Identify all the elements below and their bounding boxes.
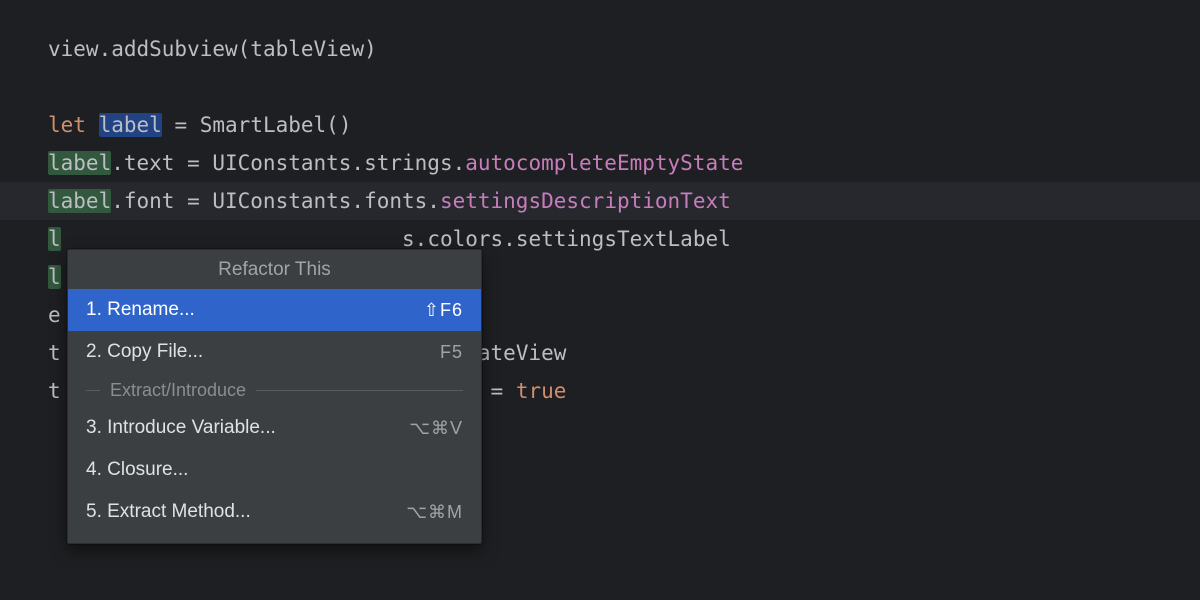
code-line: let label = SmartLabel(): [48, 106, 1200, 144]
code-line: label.text = UIConstants.strings.autocom…: [48, 144, 1200, 182]
popup-item-shortcut: F5: [440, 342, 463, 363]
popup-item-shortcut: ⌥⌘M: [406, 502, 463, 523]
token: settingsDescriptionText: [440, 189, 731, 213]
popup-separator: Extract/Introduce: [68, 373, 481, 407]
popup-item-copy-file[interactable]: 2. Copy File... F5: [68, 331, 481, 373]
keyword-let: let: [48, 113, 86, 137]
token: e: [48, 303, 61, 327]
identifier-usage: label: [48, 189, 111, 213]
popup-title: Refactor This: [68, 250, 481, 289]
keyword-true: true: [516, 379, 567, 403]
refactor-popup: Refactor This 1. Rename... ⇧F6 2. Copy F…: [67, 249, 482, 544]
token: t: [48, 379, 61, 403]
token: SmartLabel(): [200, 113, 352, 137]
code-line: view.addSubview(tableView): [48, 30, 1200, 68]
identifier-usage: label: [48, 151, 111, 175]
token: view: [48, 37, 99, 61]
identifier-usage: l: [48, 265, 61, 289]
popup-item-label: 2. Copy File...: [86, 341, 203, 363]
popup-item-label: 5. Extract Method...: [86, 501, 251, 523]
popup-item-shortcut: ⇧F6: [424, 300, 463, 321]
popup-item-rename[interactable]: 1. Rename... ⇧F6: [68, 289, 481, 331]
popup-item-shortcut: ⌥⌘V: [409, 418, 463, 439]
code-line-current: label.font = UIConstants.fonts.settingsD…: [0, 182, 1200, 220]
token: autocompleteEmptyState: [465, 151, 743, 175]
popup-item-label: 1. Rename...: [86, 299, 195, 321]
code-editor[interactable]: view.addSubview(tableView) let label = S…: [0, 0, 1200, 600]
identifier-usage: l: [48, 227, 61, 251]
popup-item-introduce-variable[interactable]: 3. Introduce Variable... ⌥⌘V: [68, 407, 481, 449]
popup-separator-label: Extract/Introduce: [110, 380, 246, 401]
token: .font = UIConstants.fonts.: [111, 189, 440, 213]
code-line-blank: [48, 68, 1200, 106]
token: t: [48, 341, 61, 365]
popup-item-label: 4. Closure...: [86, 459, 188, 481]
selected-identifier: label: [99, 113, 162, 137]
popup-item-extract-method[interactable]: 5. Extract Method... ⌥⌘M: [68, 491, 481, 533]
token: .text = UIConstants.strings.: [111, 151, 465, 175]
token: s.colors.settingsTextLabel: [402, 227, 731, 251]
popup-item-label: 3. Introduce Variable...: [86, 417, 276, 439]
popup-item-closure[interactable]: 4. Closure...: [68, 449, 481, 491]
token: =: [162, 113, 200, 137]
token: .addSubview(tableView): [99, 37, 377, 61]
